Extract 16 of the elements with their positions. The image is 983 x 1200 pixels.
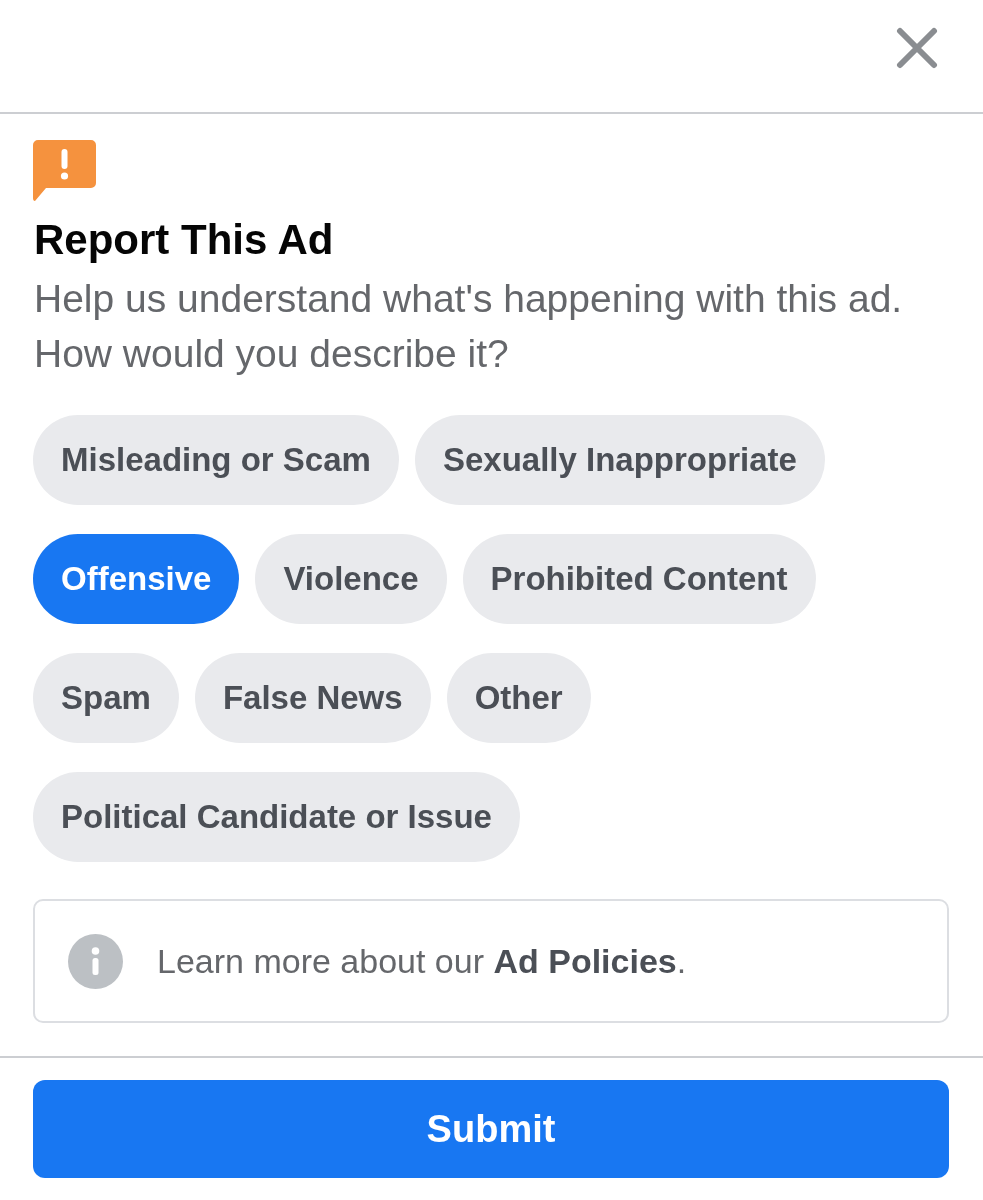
description-text: Help us understand what's happening with this ad. How would you describe it?: [34, 276, 904, 377]
dialog-title: Report This Ad: [34, 215, 334, 265]
info-text: Learn more about our Ad Policies.: [157, 941, 687, 981]
submit-button[interactable]: Submit: [33, 1080, 949, 1178]
option-chip[interactable]: Other: [446, 653, 591, 743]
option-chip[interactable]: False News: [194, 653, 431, 743]
option-chip[interactable]: Spam: [33, 653, 179, 743]
option-chip[interactable]: Prohibited Content: [462, 534, 816, 624]
option-chip[interactable]: Sexually Inappropriate: [414, 415, 825, 505]
option-chip[interactable]: Political Candidate or Issue: [33, 772, 520, 862]
option-chip[interactable]: Offensive: [33, 534, 240, 624]
option-chip[interactable]: Violence: [255, 534, 447, 624]
alert-bubble-icon: [33, 140, 96, 201]
info-icon: [68, 933, 123, 989]
option-chip[interactable]: Misleading or Scam: [33, 415, 399, 505]
close-icon: [896, 27, 938, 69]
